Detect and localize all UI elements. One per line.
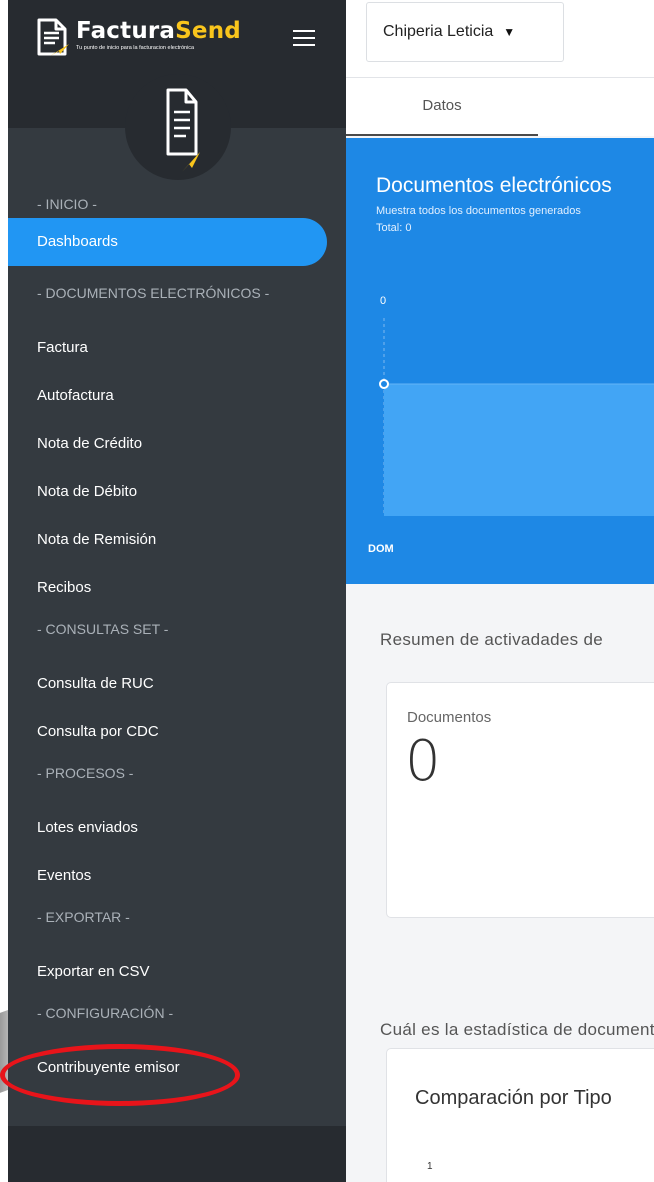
main-content: Chiperia Leticia ▼ Datos Documentos elec… <box>346 0 654 1182</box>
y-tick-label: 0 <box>380 295 386 307</box>
brand-name: FacturaSend <box>76 18 241 44</box>
invoice-logo-icon <box>36 18 70 56</box>
sidebar-item-dashboards[interactable]: Dashboards <box>8 218 327 266</box>
caret-down-icon: ▼ <box>503 25 516 39</box>
brand-name-part1: Factura <box>76 18 176 44</box>
sidebar-item-factura[interactable]: Factura <box>8 324 346 372</box>
section-header-exportar: - EXPORTAR - <box>37 909 130 925</box>
sidebar-item-nota-remision[interactable]: Nota de Remisión <box>8 516 346 564</box>
sidebar-item-nota-credito[interactable]: Nota de Crédito <box>8 420 346 468</box>
x-tick-label: DOM <box>368 543 394 555</box>
documents-stat-card: Documentos 0 <box>386 682 654 918</box>
data-point <box>379 379 389 389</box>
sidebar-item-consulta-ruc[interactable]: Consulta de RUC <box>8 660 346 708</box>
section-header-procesos: - PROCESOS - <box>37 765 134 781</box>
sidebar-item-contribuyente-emisor[interactable]: Contribuyente emisor <box>8 1044 346 1092</box>
comparison-y-tick: 1 <box>427 1161 433 1172</box>
company-select-value: Chiperia Leticia <box>383 23 494 40</box>
area-series-fill <box>384 384 654 516</box>
comparison-title: Comparación por Tipo <box>415 1087 612 1109</box>
brand-tagline: Tu punto de inicio para la facturacion e… <box>76 45 195 51</box>
hamburger-menu-icon[interactable] <box>293 30 315 46</box>
stat-label: Documentos <box>407 709 492 726</box>
stat-value: 0 <box>405 729 441 794</box>
documents-area-chart: 0 DOM <box>368 295 654 555</box>
comparison-card: Comparación por Tipo 1 <box>386 1048 654 1182</box>
brand-name-part2: Send <box>175 18 241 44</box>
page-gutter <box>0 0 8 1182</box>
sidebar-item-recibos[interactable]: Recibos <box>8 564 346 612</box>
statistics-heading: Cuál es la estadística de documentos <box>380 1020 654 1039</box>
sidebar-item-exportar-csv[interactable]: Exportar en CSV <box>8 948 346 996</box>
document-avatar-icon <box>162 88 202 176</box>
sidebar-item-consulta-cdc[interactable]: Consulta por CDC <box>8 708 346 756</box>
documents-chart-card: Documentos electrónicos Muestra todos lo… <box>346 138 654 584</box>
section-header-configuracion: - CONFIGURACIÓN - <box>37 1005 174 1021</box>
sidebar: FacturaSend Tu punto de inicio para la f… <box>8 0 346 1182</box>
sidebar-menu: - INICIO - Dashboards - DOCUMENTOS ELECT… <box>8 188 346 1092</box>
sidebar-item-nota-debito[interactable]: Nota de Débito <box>8 468 346 516</box>
company-select[interactable]: Chiperia Leticia ▼ <box>366 2 564 62</box>
sidebar-footer <box>8 1126 346 1182</box>
tab-datos[interactable]: Datos <box>346 78 538 136</box>
section-header-documentos: - DOCUMENTOS ELECTRÓNICOS - <box>37 285 270 301</box>
sidebar-item-lotes-enviados[interactable]: Lotes enviados <box>8 804 346 852</box>
sidebar-item-eventos[interactable]: Eventos <box>8 852 346 900</box>
brand-logo[interactable]: FacturaSend Tu punto de inicio para la f… <box>36 18 241 56</box>
sidebar-item-autofactura[interactable]: Autofactura <box>8 372 346 420</box>
tabs-bar: Datos <box>346 78 654 136</box>
topbar: Chiperia Leticia ▼ <box>346 0 654 78</box>
section-header-consultas: - CONSULTAS SET - <box>37 621 169 637</box>
summary-heading: Resumen de activadades de <box>380 630 603 649</box>
